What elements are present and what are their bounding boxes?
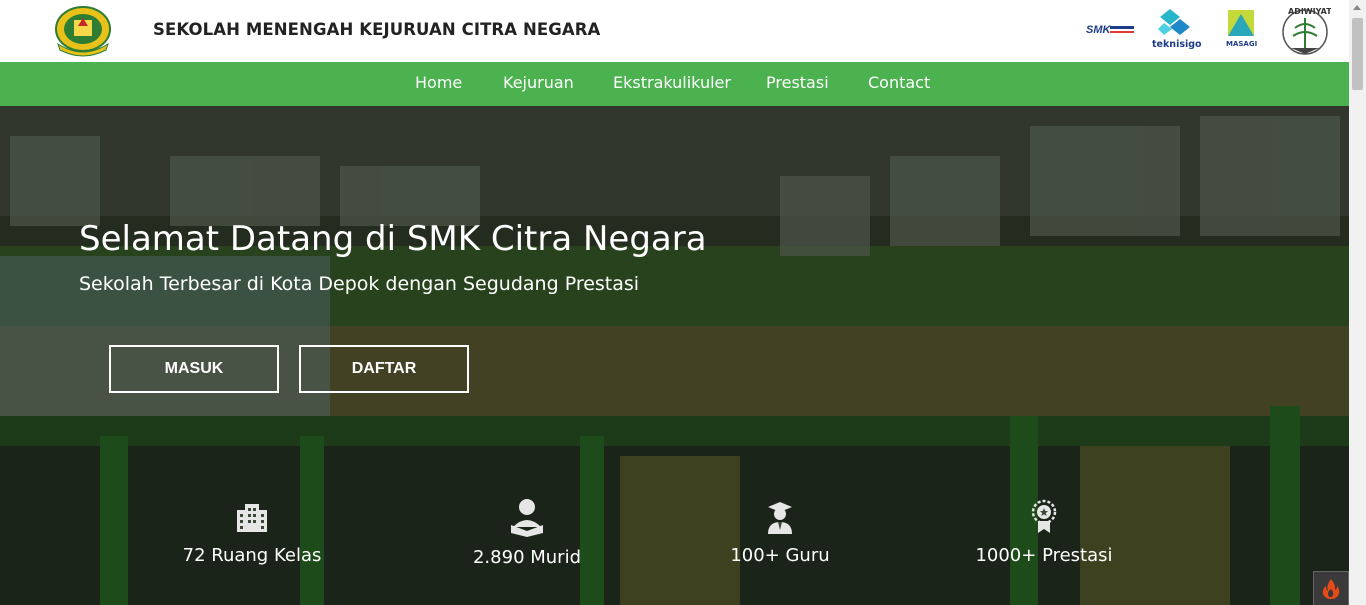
masagi-mark-icon: [1228, 10, 1254, 36]
masagi-label: MASAGI: [1226, 40, 1258, 48]
daftar-button[interactable]: DAFTAR: [299, 345, 469, 393]
stat-prestasi: 1000+ Prestasi: [914, 499, 1174, 566]
stat-label: 1000+ Prestasi: [975, 545, 1113, 566]
adiwiyata-label: ADIWIYATA: [1288, 7, 1331, 16]
stat-label: 100+ Guru: [730, 545, 830, 566]
main-nav: Home Kejuruan Ekstrakulikuler Prestasi C…: [0, 62, 1349, 106]
student-reading-icon: [511, 499, 543, 537]
stat-label: 2.890 Murid: [472, 547, 582, 568]
masagi-logo[interactable]: MASAGI: [1226, 8, 1258, 52]
adiwiyata-logo[interactable]: ADIWIYATA: [1279, 4, 1331, 58]
nav-item-prestasi[interactable]: Prestasi: [766, 73, 829, 92]
school-name[interactable]: SEKOLAH MENENGAH KEJURUAN CITRA NEGARA: [153, 20, 600, 39]
award-medal-icon: [1031, 499, 1057, 533]
nav-item-home[interactable]: Home: [415, 73, 462, 92]
stat-murid: 2.890 Murid: [397, 497, 657, 568]
teknisigo-label: teknisigo: [1152, 39, 1202, 50]
nav-item-kejuruan[interactable]: Kejuruan: [503, 73, 574, 92]
masuk-button[interactable]: MASUK: [109, 345, 279, 393]
page: SEKOLAH MENENGAH KEJURUAN CITRA NEGARA S…: [0, 0, 1366, 605]
stat-ruang-kelas: 72 Ruang Kelas: [122, 499, 382, 566]
hero-section: Selamat Datang di SMK Citra Negara Sekol…: [0, 106, 1349, 605]
scroll-up-arrow-icon[interactable]: [1353, 5, 1361, 10]
nav-item-contact[interactable]: Contact: [868, 73, 930, 92]
stat-guru: 100+ Guru: [650, 499, 910, 566]
smk-bisa-hebat-logo[interactable]: SMK: [1086, 20, 1136, 40]
hero-subtitle: Sekolah Terbesar di Kota Depok dengan Se…: [79, 273, 640, 295]
teacher-icon: [768, 502, 792, 534]
teknisigo-mark-icon: [1158, 9, 1190, 35]
site-header: SEKOLAH MENENGAH KEJURUAN CITRA NEGARA S…: [0, 0, 1349, 62]
hero-title: Selamat Datang di SMK Citra Negara: [79, 219, 707, 259]
page-scrollbar[interactable]: [1349, 0, 1366, 605]
building-icon: [237, 504, 267, 532]
fire-widget-button[interactable]: [1313, 571, 1349, 605]
teknisigo-logo[interactable]: teknisigo: [1150, 7, 1202, 53]
school-crest-icon[interactable]: [52, 4, 114, 58]
flame-icon: [1322, 578, 1340, 599]
stat-label: 72 Ruang Kelas: [182, 545, 322, 566]
svg-text:SMK: SMK: [1086, 24, 1112, 36]
nav-item-ekstrakulikuler[interactable]: Ekstrakulikuler: [613, 73, 731, 92]
scrollbar-thumb[interactable]: [1352, 18, 1363, 90]
